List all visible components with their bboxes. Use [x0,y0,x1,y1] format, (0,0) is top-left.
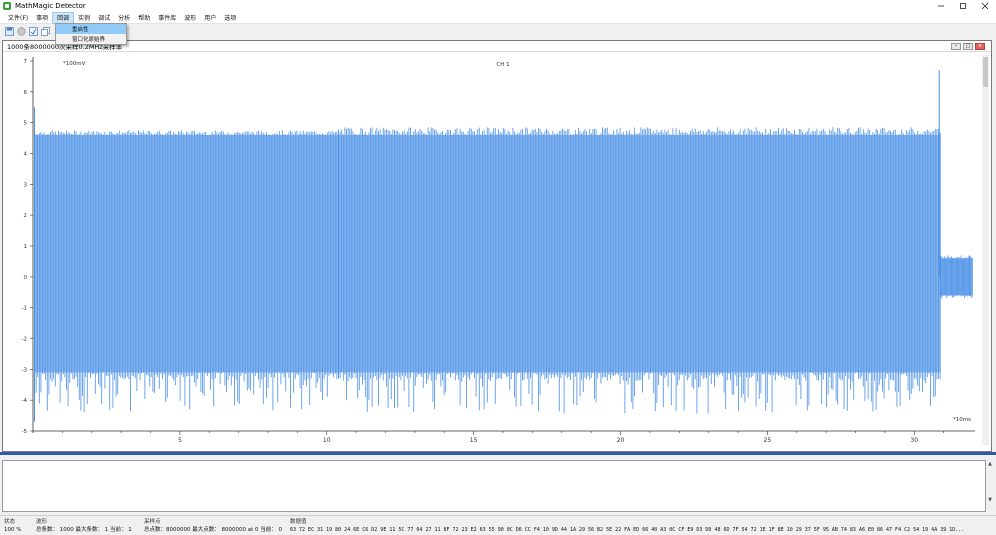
x-tick-label-0: 5 [178,437,182,444]
status-data-value: 63 72 EC 31 19 80 24 6E C6 D2 9E 11 5C 7… [290,527,965,533]
status-state-value: 100 % [4,527,22,533]
menu-instance[interactable]: 实例 [74,12,94,24]
menu-events[interactable]: 事项 [32,12,52,24]
plot-close-button[interactable]: × [975,43,985,50]
plot-maximize-button[interactable]: □ [963,43,973,50]
save-icon [4,27,14,36]
status-data-label: 数据值 [290,519,307,525]
plot-area: 7 6 5 4 3 2 1 0 -1 -2 -3 -4 -5 5 10 15 20 25 30 *100mV CH 1 *… [3,53,991,451]
y-tick-label-6: 1 [24,244,28,250]
waveform-chart: 76543210-1-2-3-4-55 10 15 20 25 30*100mV CH 1*… [22,57,975,444]
splitter[interactable] [0,452,996,455]
close-button[interactable] [974,0,996,12]
dropdown-item-restart[interactable]: 重启性 [56,24,126,34]
stop-icon [16,27,26,36]
close-icon [981,2,989,10]
y-tick-label-9: -2 [22,337,27,343]
x-tick-label-2: 15 [470,437,478,444]
plot-window: 1000条8000000次采样0.2MHz采样率 – □ × 76543210-… [2,40,992,452]
y-tick-label-11: -4 [22,398,28,404]
y-tick-label-8: -1 [22,306,27,312]
plot-vertical-scrollbar[interactable] [982,55,989,445]
y-tick-label-4: 3 [24,182,28,188]
maximize-button[interactable] [952,0,974,12]
menu-options[interactable]: 选项 [220,12,240,24]
window-controls [930,0,996,12]
x-tick-label-3: 20 [617,437,625,444]
y-axis-label: *100mV [63,61,86,67]
output-text-panel[interactable] [2,460,986,512]
status-data: 数据值 63 72 EC 31 19 80 24 6E C6 D2 9E 11 … [290,518,990,534]
waveform-trace-2 [940,255,973,299]
dropdown-item-windowed[interactable]: 窗口化原始界 [56,34,126,44]
stop-button[interactable] [16,27,26,37]
plot-scroll-thumb[interactable] [983,57,988,87]
menu-event-library[interactable]: 事件库 [154,12,180,24]
x-axis-label: *10ms [953,417,971,423]
chart-title: CH 1 [496,62,509,68]
y-tick-label-0: 7 [24,59,28,65]
scroll-up-icon[interactable]: ▲ [986,460,994,468]
app-logo-icon [3,2,11,10]
menu-debug[interactable]: 调试 [94,12,114,24]
minimize-button[interactable] [930,0,952,12]
x-tick-label-5: 30 [910,437,918,444]
status-sample-label: 采样点 [144,519,161,525]
check-icon [28,27,38,36]
maximize-icon [960,3,966,9]
callback-dropdown: 重启性 窗口化原始界 [55,23,127,45]
menu-analysis[interactable]: 分析 [114,12,134,24]
menu-bar: 文件(F) 事项 回调 实例 调试 分析 帮助 事件库 波形 用户 选项 [0,11,996,24]
status-wave: 波形 总条数： 1000 最大条数： 1 当前： 1 [36,518,132,534]
menu-waveform[interactable]: 波形 [180,12,200,24]
save-button[interactable] [4,27,14,37]
status-wave-label: 波形 [36,519,48,525]
minimize-icon [938,5,944,7]
menu-user[interactable]: 用户 [200,12,220,24]
plot-window-title: 1000条8000000次采样0.2MHz采样率 [3,41,991,52]
status-sample: 采样点 总点数：8000000 最大点数： 8000000 at 0 当前： 0 [144,518,282,534]
menu-file[interactable]: 文件(F) [4,12,32,24]
x-tick-label-4: 25 [764,437,772,444]
y-tick-label-1: 6 [24,90,28,96]
plot-window-controls: – □ × [949,43,985,50]
title-bar: MathMagic Detector [0,0,996,12]
y-tick-label-10: -3 [22,367,28,373]
check-button[interactable] [28,27,38,37]
x-tick-label-1: 10 [323,437,331,444]
copy-button[interactable] [40,27,50,37]
plot-minimize-button[interactable]: – [951,43,961,50]
status-wave-value: 总条数： 1000 最大条数： 1 当前： 1 [36,527,132,533]
status-sample-value: 总点数：8000000 最大点数： 8000000 at 0 当前： 0 [144,527,283,533]
window-title: MathMagic Detector [15,2,86,10]
y-tick-label-3: 4 [24,152,28,158]
application-window: MathMagic Detector 文件(F) 事项 回调 实例 调试 分析 … [0,0,996,535]
copy-icon [40,27,50,36]
y-tick-label-5: 2 [24,213,28,219]
status-bar: 状态 100 % 波形 总条数： 1000 最大条数： 1 当前： 1 采样点 … [0,515,996,535]
output-scrollbar[interactable]: ▲ ▼ [986,460,994,512]
status-state: 状态 100 % [4,518,21,534]
y-tick-label-12: -5 [22,429,28,435]
menu-callback[interactable]: 回调 [52,11,75,24]
y-tick-label-7: 0 [24,275,28,281]
status-state-label: 状态 [4,519,16,525]
scroll-down-icon[interactable]: ▼ [986,496,994,504]
toolbar: ▴▾ [0,25,996,38]
y-tick-label-2: 5 [24,121,28,127]
menu-help[interactable]: 帮助 [134,12,154,24]
